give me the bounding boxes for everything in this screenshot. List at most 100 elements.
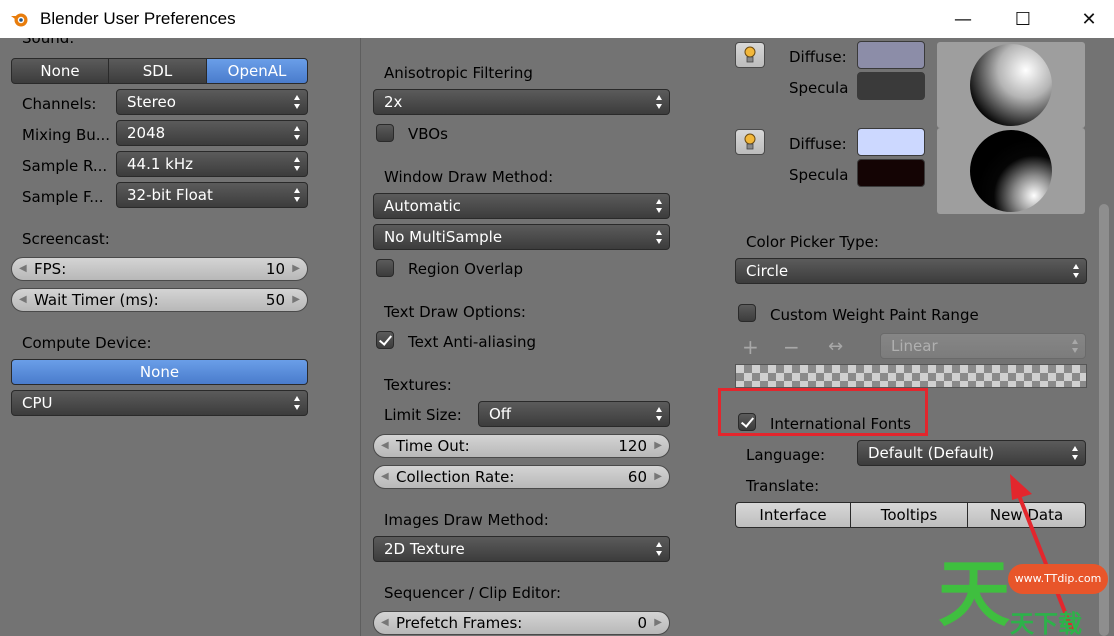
compute-device-value: CPU [22,394,53,412]
prefetch-frames-slider[interactable]: ◀ Prefetch Frames: 0 ▶ [373,611,670,635]
region-overlap-label: Region Overlap [408,260,524,278]
limit-size-value: Off [489,405,512,423]
watermark-url: www.TTdip.com [1008,564,1108,594]
sound-openal-button[interactable]: OpenAL [206,58,308,84]
vbos-label: VBOs [408,125,448,143]
updown-arrows-icon [1073,264,1079,278]
maximize-button[interactable]: ☐ [1000,0,1046,38]
updown-arrows-icon [294,157,300,171]
shaded-sphere-preview [970,44,1052,126]
light-2-preview[interactable] [937,128,1085,214]
maximize-icon: ☐ [1014,8,1032,30]
vbos-checkbox[interactable] [376,124,394,142]
add-stop-icon[interactable]: + [742,335,759,359]
minimize-button[interactable]: — [940,0,986,38]
language-dropdown[interactable]: Default (Default) [857,440,1086,466]
sequencer-clip-editor-label: Sequencer / Clip Editor: [384,584,562,602]
light-2-specular-label: Specula [789,166,849,184]
light-1-diffuse-swatch[interactable] [857,41,925,69]
region-overlap-checkbox[interactable] [376,259,394,277]
anisotropic-filtering-dropdown[interactable]: 2x [373,89,670,115]
decrement-arrow-icon[interactable]: ◀ [381,435,389,457]
text-antialiasing-checkbox[interactable] [376,331,394,349]
language-value: Default (Default) [868,444,995,462]
color-picker-type-value: Circle [746,262,789,280]
prefetch-frames-label: Prefetch Frames: [396,614,523,632]
mixing-buffer-dropdown[interactable]: 2048 [116,120,308,146]
window-draw-method-value: Automatic [384,197,461,215]
updown-arrows-icon [294,126,300,140]
color-picker-type-dropdown[interactable]: Circle [735,258,1087,284]
flip-ramp-icon[interactable]: ↔ [828,336,843,357]
collection-rate-slider[interactable]: ◀ Collection Rate: 60 ▶ [373,465,670,489]
light-1-specular-swatch[interactable] [857,72,925,100]
minimize-icon: — [954,8,972,30]
mixing-buffer-label: Mixing Bu... [22,126,111,144]
increment-arrow-icon[interactable]: ▶ [292,258,300,280]
compute-device-label: Compute Device: [22,334,152,352]
translate-tooltips-button[interactable]: Tooltips [850,502,968,528]
updown-arrows-icon [656,407,662,421]
decrement-arrow-icon[interactable]: ◀ [381,466,389,488]
multisample-dropdown[interactable]: No MultiSample [373,224,670,250]
custom-weight-paint-range-checkbox[interactable] [738,304,756,322]
translate-interface-button[interactable]: Interface [735,502,851,528]
compute-none-button[interactable]: None [11,359,308,385]
channels-label: Channels: [22,95,97,113]
fps-slider[interactable]: ◀ FPS: 10 ▶ [11,257,308,281]
limit-size-dropdown[interactable]: Off [478,401,670,427]
ramp-interpolation-value: Linear [891,337,938,355]
light-1-specular-label: Specula [789,79,849,97]
close-icon: ✕ [1081,8,1097,30]
time-out-label: Time Out: [396,437,470,455]
sample-format-value: 32-bit Float [127,186,213,204]
watermark-text: 天下载 [1010,610,1082,636]
light-1-toggle[interactable] [735,42,765,68]
wait-timer-label: Wait Timer (ms): [34,291,159,309]
decrement-arrow-icon[interactable]: ◀ [19,289,27,311]
wait-timer-value: 50 [265,291,285,309]
images-draw-method-label: Images Draw Method: [384,511,549,529]
lightbulb-icon [744,133,756,150]
column-divider [360,38,361,636]
weight-color-ramp[interactable] [735,364,1087,388]
sample-rate-dropdown[interactable]: 44.1 kHz [116,151,308,177]
decrement-arrow-icon[interactable]: ◀ [381,612,389,634]
compute-device-dropdown[interactable]: CPU [11,390,308,416]
decrement-arrow-icon[interactable]: ◀ [19,258,27,280]
translate-label: Translate: [746,477,820,495]
updown-arrows-icon [294,188,300,202]
international-fonts-checkbox[interactable] [738,413,756,431]
sound-none-button[interactable]: None [11,58,109,84]
sound-label: Sound: [22,38,75,47]
channels-dropdown[interactable]: Stereo [116,89,308,115]
increment-arrow-icon[interactable]: ▶ [654,612,662,634]
light-2-diffuse-swatch[interactable] [857,128,925,156]
increment-arrow-icon[interactable]: ▶ [654,435,662,457]
sound-sdl-button[interactable]: SDL [108,58,207,84]
window-draw-method-dropdown[interactable]: Automatic [373,193,670,219]
multisample-value: No MultiSample [384,228,503,246]
close-button[interactable]: ✕ [1066,0,1112,38]
text-draw-options-label: Text Draw Options: [384,303,526,321]
images-draw-method-dropdown[interactable]: 2D Texture [373,536,670,562]
updown-arrows-icon [656,230,662,244]
time-out-slider[interactable]: ◀ Time Out: 120 ▶ [373,434,670,458]
updown-arrows-icon [1072,446,1078,460]
sample-format-label: Sample F... [22,188,104,206]
increment-arrow-icon[interactable]: ▶ [654,466,662,488]
light-2-toggle[interactable] [735,129,765,155]
increment-arrow-icon[interactable]: ▶ [292,289,300,311]
collection-rate-value: 60 [627,468,647,486]
custom-weight-paint-range-label: Custom Weight Paint Range [770,306,979,324]
light-1-preview[interactable] [937,42,1085,128]
updown-arrows-icon [656,542,662,556]
ramp-interpolation-dropdown[interactable]: Linear [880,333,1086,359]
sample-rate-label: Sample R... [22,157,108,175]
light-2-specular-swatch[interactable] [857,159,925,187]
language-label: Language: [746,446,826,464]
wait-timer-slider[interactable]: ◀ Wait Timer (ms): 50 ▶ [11,288,308,312]
fps-value: 10 [265,260,285,278]
sample-format-dropdown[interactable]: 32-bit Float [116,182,308,208]
remove-stop-icon[interactable]: − [783,335,800,359]
